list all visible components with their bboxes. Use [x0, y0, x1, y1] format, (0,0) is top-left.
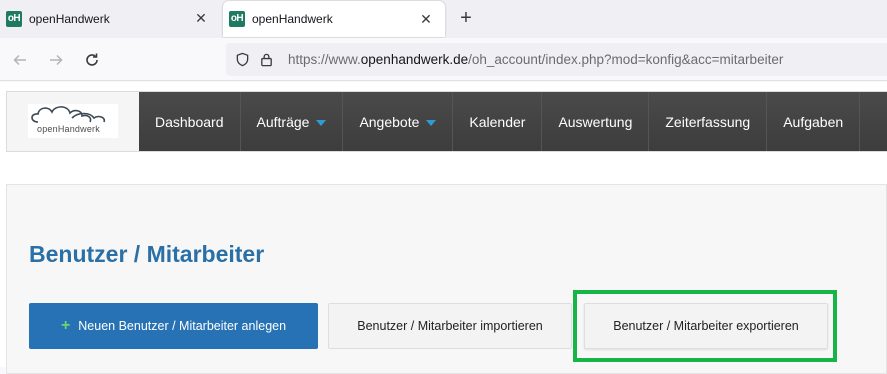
url-domain: openhandwerk.de	[360, 52, 469, 67]
url-path: /oh_account/index.php?mod=konfig&acc=mit…	[468, 52, 784, 67]
url-prefix: https://www.	[288, 52, 361, 67]
menu-label: Kalender	[469, 113, 526, 130]
url-text[interactable]: https://www.openhandwerk.de/oh_account/i…	[288, 52, 783, 67]
tab-title: openHandwerk	[252, 12, 333, 26]
browser-tab-bar: oH openHandwerk ✕ oH openHandwerk ✕ +	[0, 0, 887, 38]
cloud-logo-icon	[31, 106, 106, 123]
main-menu: Dashboard Aufträge Angebote Kalender Aus…	[139, 92, 887, 151]
close-icon[interactable]: ✕	[415, 11, 437, 28]
import-employees-button[interactable]: Benutzer / Mitarbeiter importieren	[328, 303, 572, 349]
browser-tab-1[interactable]: oH openHandwerk ✕	[0, 0, 220, 37]
openhandwerk-favicon-icon: oH	[6, 10, 22, 27]
caret-down-icon	[316, 119, 327, 126]
back-arrow-icon[interactable]	[8, 48, 32, 72]
browser-navigation-bar: https://www.openhandwerk.de/oh_account/i…	[0, 38, 887, 81]
menu-label: Auswertung	[558, 113, 633, 130]
add-employee-button[interactable]: + Neuen Benutzer / Mitarbeiter anlegen	[29, 303, 318, 349]
menu-label: Dashboard	[155, 113, 224, 130]
logo-link[interactable]: openHandwerk	[7, 92, 139, 151]
tab-title: openHandwerk	[29, 11, 110, 26]
forward-arrow-icon[interactable]	[44, 48, 68, 72]
lock-icon[interactable]	[258, 52, 274, 68]
menu-item-angebote[interactable]: Angebote	[343, 92, 454, 151]
new-tab-plus-icon[interactable]: +	[455, 7, 477, 29]
highlight-frame	[573, 290, 837, 362]
menu-label: Angebote	[359, 113, 420, 130]
address-bar[interactable]: https://www.openhandwerk.de/oh_account/i…	[226, 43, 887, 76]
menu-item-aufgaben[interactable]: Aufgaben	[767, 92, 861, 151]
reload-icon[interactable]	[80, 48, 104, 72]
menu-label: Aufgaben	[783, 113, 844, 130]
site-header: openHandwerk Dashboard Aufträge Angebote…	[6, 91, 887, 152]
shield-icon[interactable]	[234, 52, 250, 68]
menu-item-auftraege[interactable]: Aufträge	[241, 92, 344, 151]
menu-item-zeiterfassung[interactable]: Zeiterfassung	[649, 92, 768, 151]
button-label: Benutzer / Mitarbeiter importieren	[357, 319, 543, 333]
page-title: Benutzer / Mitarbeiter	[29, 241, 265, 267]
openhandwerk-logo: openHandwerk	[28, 104, 118, 138]
menu-item-auswertung[interactable]: Auswertung	[542, 92, 650, 151]
menu-label: Aufträge	[256, 113, 310, 130]
plus-icon: +	[60, 317, 71, 334]
browser-tab-2-active[interactable]: oH openHandwerk ✕	[223, 1, 445, 37]
button-label: Neuen Benutzer / Mitarbeiter anlegen	[78, 319, 287, 333]
logo-text: openHandwerk	[37, 124, 100, 134]
menu-item-kalender[interactable]: Kalender	[453, 92, 543, 151]
openhandwerk-favicon-icon: oH	[229, 11, 245, 27]
menu-label: Zeiterfassung	[665, 113, 751, 130]
caret-down-icon	[426, 119, 437, 126]
close-icon[interactable]: ✕	[190, 10, 212, 27]
menu-item-dashboard[interactable]: Dashboard	[139, 92, 241, 151]
